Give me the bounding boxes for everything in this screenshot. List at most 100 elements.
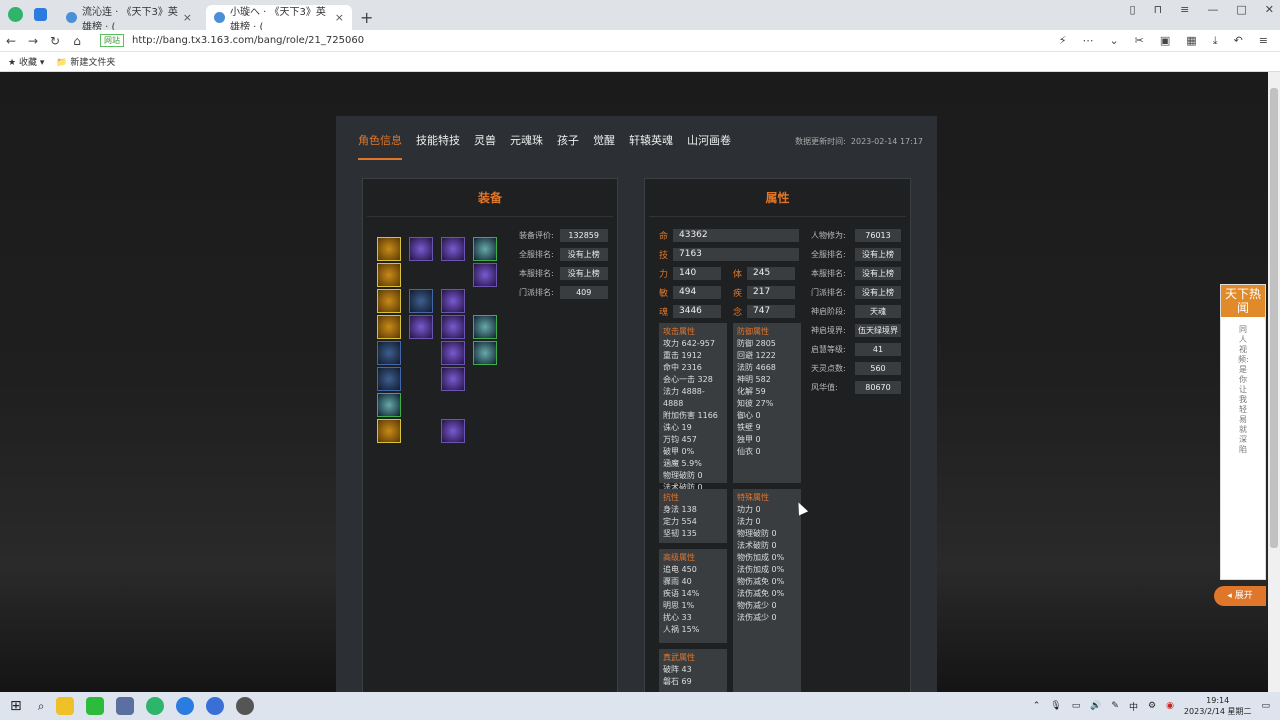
hamburger-icon[interactable]: ≡ [1259, 34, 1268, 48]
equip-slot-icon[interactable] [377, 367, 401, 391]
app-icon[interactable] [116, 697, 135, 715]
tab-skills[interactable]: 技能特技 [416, 132, 460, 160]
equip-slot-icon[interactable] [377, 237, 401, 261]
volume-icon[interactable]: 🔊 [1090, 701, 1101, 711]
scroll-thumb[interactable] [1270, 88, 1278, 548]
equip-slot-icon[interactable] [441, 341, 465, 365]
reader-icon[interactable]: ▯ [1130, 3, 1136, 16]
antivirus-icon[interactable]: ◉ [1166, 701, 1174, 711]
equip-slot-icon[interactable] [377, 341, 401, 365]
hot-news-sidebar[interactable]: 天下热闻 同人视频:是你让我轻易就深陷 [1220, 284, 1266, 580]
cult-local-rank: 本服排名: 没有上榜 [811, 267, 901, 280]
new-tab-icon[interactable]: + [360, 8, 373, 27]
equip-score: 装备评价: 132859 [519, 229, 608, 242]
close-window-icon[interactable]: ✕ [1265, 3, 1274, 16]
wechat-icon[interactable] [86, 697, 105, 715]
favorites-star[interactable]: ★ 收藏 ▾ [8, 55, 44, 68]
equip-slot-icon[interactable] [377, 289, 401, 313]
tab-1[interactable]: 流沁连 · 《天下3》英雄榜 · ( × [58, 5, 200, 33]
pen-icon[interactable]: ✎ [1111, 701, 1119, 711]
network-icon[interactable]: ▭ [1072, 701, 1081, 711]
undo-icon[interactable]: ↶ [1234, 34, 1243, 48]
more-icon[interactable]: ⋯ [1082, 34, 1093, 48]
menu-icon[interactable]: ≡ [1180, 3, 1189, 16]
reload-icon[interactable]: ↻ [44, 34, 66, 48]
scissors-icon[interactable]: ✂ [1135, 34, 1144, 48]
app-icon[interactable] [236, 697, 255, 715]
special-group: 特殊属性 功力 0 法力 0 物理破防 0 法术破防 0 物伤加成 0% 法伤加… [733, 489, 801, 699]
tab-child[interactable]: 孩子 [557, 132, 579, 160]
browser-logo-icon[interactable] [8, 7, 23, 22]
equip-slot-icon[interactable] [473, 263, 497, 287]
equip-slot-icon[interactable] [441, 315, 465, 339]
folder-new[interactable]: 📁 新建文件夹 [56, 55, 115, 68]
equipment-box: 装备 装备评价: 132859 全服排名: 没有上榜 本服排名: 没有上榜 门派… [362, 178, 618, 698]
minimize-icon[interactable]: — [1207, 3, 1218, 16]
attribute-title: 属性 [765, 191, 790, 205]
equip-slot-icon[interactable] [409, 237, 433, 261]
settings-icon[interactable]: ⚙ [1148, 701, 1156, 711]
stat-life: 命 43362 [659, 229, 799, 242]
close-icon[interactable]: × [335, 11, 344, 24]
notification-icon[interactable]: ▭ [1261, 701, 1270, 711]
site-icon [66, 12, 77, 23]
tab-role-info[interactable]: 角色信息 [358, 132, 402, 160]
maximize-icon[interactable]: □ [1236, 3, 1246, 16]
extension-icon[interactable]: ▣ [1160, 34, 1170, 48]
expand-button[interactable]: ◂ 展开 [1214, 586, 1266, 606]
tab-bar: 流沁连 · 《天下3》英雄榜 · ( × 小璇へ · 《天下3》英雄榜 · ( … [0, 0, 1280, 33]
hot-news-link[interactable]: 同人视频:是你让我轻易就深陷 [1238, 325, 1249, 455]
tab-2[interactable]: 小璇へ · 《天下3》英雄榜 · ( × [206, 5, 352, 33]
spirit-points: 天灵点数: 560 [811, 362, 901, 375]
equip-slot-icon[interactable] [377, 419, 401, 443]
chevron-down-icon[interactable]: ⌄ [1109, 34, 1118, 48]
app-icon[interactable] [56, 697, 75, 715]
equip-slot-icon[interactable] [377, 393, 401, 417]
url-field[interactable]: 网站 http://bang.tx3.163.com/bang/role/21_… [100, 34, 364, 47]
tab-hero-soul[interactable]: 轩辕英魂 [629, 132, 673, 160]
equip-slot-icon[interactable] [409, 315, 433, 339]
taskbar: ⊞ ⌕ ⌃ 🎙 ▭ 🔊 ✎ 中 ⚙ ◉ 19:14 2023/2/14 星期二 … [0, 692, 1280, 720]
defense-group: 防御属性 防御 2805 回避 1222 法防 4668 神明 582 化解 5… [733, 323, 801, 483]
home-icon[interactable]: ⌂ [66, 34, 88, 48]
window-controls: ▯ ⊓ ≡ — □ ✕ [1130, 3, 1275, 16]
equip-slot-icon[interactable] [441, 419, 465, 443]
browser-shield-icon[interactable] [34, 8, 47, 21]
mic-icon[interactable]: 🎙 [1050, 701, 1061, 711]
pin-icon[interactable]: ⊓ [1154, 3, 1163, 16]
tab-soul-bead[interactable]: 元魂珠 [510, 132, 543, 160]
clock[interactable]: 19:14 2023/2/14 星期二 [1184, 695, 1252, 717]
download-icon[interactable]: ⤓ [1213, 34, 1218, 48]
equip-slot-icon[interactable] [473, 315, 497, 339]
equip-slot-icon[interactable] [473, 237, 497, 261]
equip-slot-icon[interactable] [377, 263, 401, 287]
close-icon[interactable]: × [183, 11, 192, 24]
page-content: 角色信息 技能特技 灵兽 元魂珠 孩子 觉醒 轩辕英魂 山河画卷 数据更新时间:… [0, 72, 1280, 699]
equip-slot-icon[interactable] [409, 289, 433, 313]
app-icon[interactable] [206, 697, 225, 715]
lightning-icon[interactable]: ⚡ [1059, 34, 1067, 48]
tab-1-label: 流沁连 · 《天下3》英雄榜 · ( [82, 6, 178, 33]
tab-pet[interactable]: 灵兽 [474, 132, 496, 160]
equip-slot-icon[interactable] [441, 289, 465, 313]
tab-scroll[interactable]: 山河画卷 [687, 132, 731, 160]
equip-slot-icon[interactable] [473, 341, 497, 365]
forward-icon[interactable]: → [22, 34, 44, 48]
ime-indicator[interactable]: 中 [1129, 700, 1138, 713]
back-icon[interactable]: ← [0, 34, 22, 48]
equip-slot-icon[interactable] [441, 367, 465, 391]
role-panel: 角色信息 技能特技 灵兽 元魂珠 孩子 觉醒 轩辕英魂 山河画卷 数据更新时间:… [336, 116, 937, 699]
equip-slot-icon[interactable] [377, 315, 401, 339]
windows-start-icon[interactable]: ⊞ [10, 698, 22, 714]
browser-icon[interactable] [146, 697, 165, 715]
ie-icon[interactable] [176, 697, 195, 715]
stat-skill: 技 7163 [659, 248, 799, 261]
tab-awaken[interactable]: 觉醒 [593, 132, 615, 160]
url-text[interactable]: http://bang.tx3.163.com/bang/role/21_725… [132, 35, 364, 46]
equip-slot-icon[interactable] [441, 237, 465, 261]
apps-icon[interactable]: ▦ [1186, 34, 1196, 48]
divider [367, 216, 613, 217]
scrollbar[interactable] [1268, 72, 1280, 692]
search-icon[interactable]: ⌕ [38, 699, 45, 714]
chevron-up-icon[interactable]: ⌃ [1033, 701, 1041, 711]
